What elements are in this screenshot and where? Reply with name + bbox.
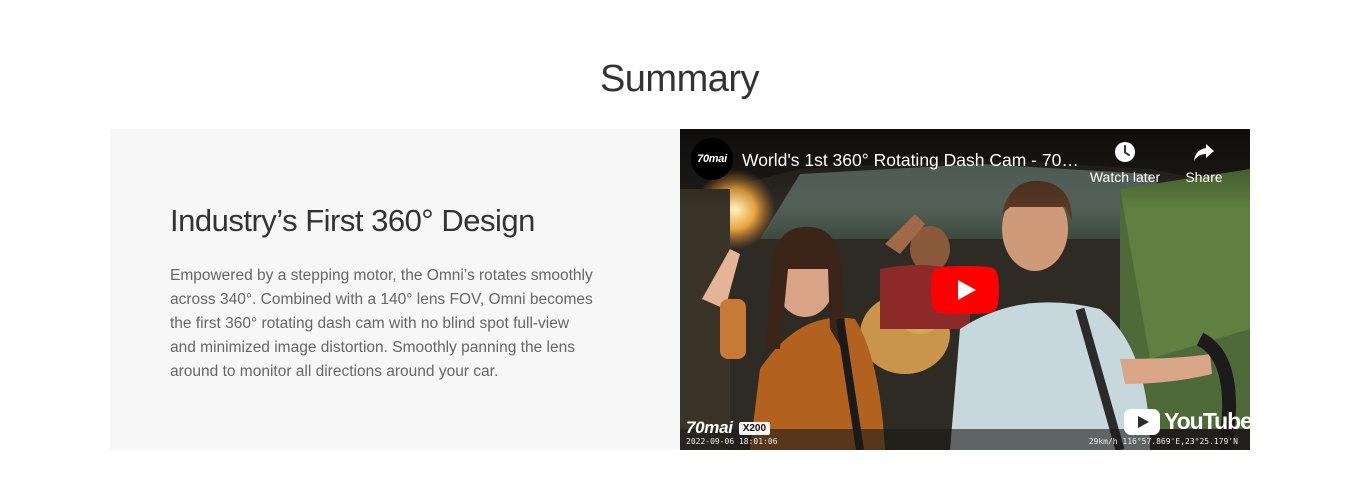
play-button[interactable] (931, 266, 999, 314)
share-label: Share (1185, 169, 1223, 185)
dashcam-brand-overlay: 70mai X200 (686, 418, 771, 438)
clock-icon (1115, 142, 1135, 162)
description-line: across 340°. Combined with a 140° lens F… (170, 291, 593, 308)
share-button[interactable]: Share (1182, 141, 1226, 185)
youtube-play-icon (1124, 408, 1160, 435)
dashcam-gps-readout: 29km/h 116°57.869'E,23°25.179'N (1088, 437, 1238, 446)
feature-description: Empowered by a stepping motor, the Omni’… (170, 264, 630, 384)
description-line: and minimized image distortion. Smoothly… (170, 339, 575, 356)
description-line: the first 360° rotating dash cam with no… (170, 315, 570, 332)
watch-later-label: Watch later (1089, 169, 1161, 185)
feature-heading: Industry’s First 360° Design (170, 203, 535, 238)
channel-avatar-text: 70mai (697, 153, 727, 165)
video-title-link[interactable]: World's 1st 360° Rotating Dash Cam - 70m… (742, 150, 1087, 171)
section-title: Summary (599, 58, 760, 100)
youtube-video-player[interactable]: 70mai World's 1st 360° Rotating Dash Cam… (680, 129, 1250, 450)
dashcam-timestamp: 2022-09-06 18:01:06 (686, 437, 778, 446)
dashcam-brand: 70mai (686, 418, 733, 437)
watch-later-button[interactable]: Watch later (1088, 141, 1162, 185)
share-arrow-icon (1194, 144, 1214, 161)
description-line: around to monitor all directions around … (170, 363, 499, 380)
youtube-logo-link[interactable]: YouTube (1124, 408, 1250, 435)
description-line: Empowered by a stepping motor, the Omni’… (170, 267, 593, 284)
feature-panel: Industry’s First 360° Design Empowered b… (110, 129, 680, 450)
youtube-logo-text: YouTube (1164, 408, 1250, 434)
dashcam-model-badge: X200 (738, 421, 771, 435)
channel-avatar[interactable]: 70mai (691, 138, 733, 180)
